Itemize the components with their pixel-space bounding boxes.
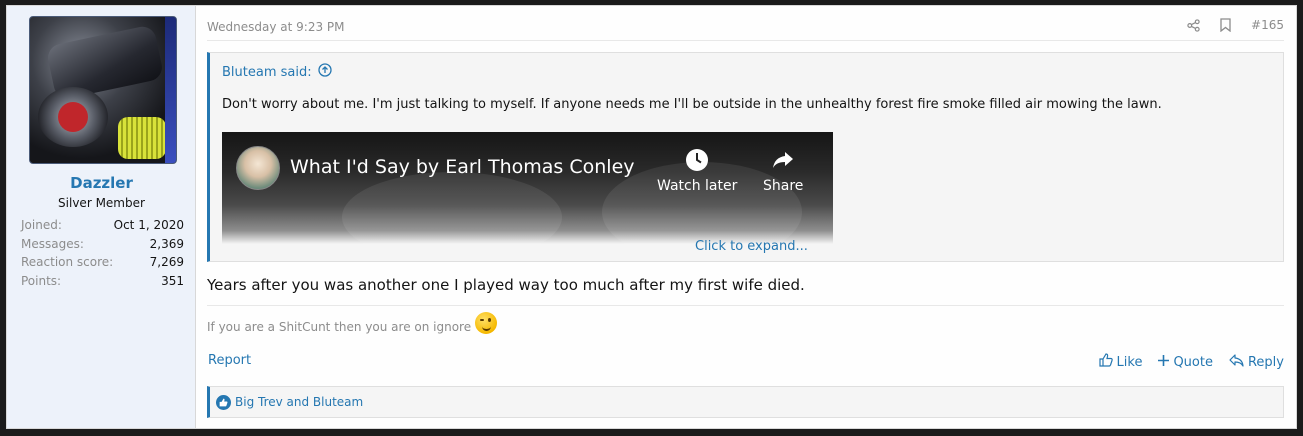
reply-button[interactable]: Reply (1229, 353, 1284, 371)
quote-block: Bluteam said: Don't worry about me. I'm … (207, 52, 1284, 262)
user-stats: Joined: Oct 1, 2020 Messages: 2,369 Reacti… (21, 216, 184, 290)
signature-text: If you are a ShitCunt then you are on ig… (207, 320, 472, 334)
channel-avatar[interactable] (236, 146, 280, 190)
reply-icon (1229, 353, 1244, 371)
stat-joined: Joined: Oct 1, 2020 (21, 218, 184, 232)
bookmark-icon[interactable] (1220, 18, 1231, 32)
post-actions: Like Quote Reply (1098, 353, 1284, 371)
stat-reaction-score: Reaction score: 7,269 (21, 255, 184, 269)
quote-button[interactable]: Quote (1158, 353, 1213, 371)
post-body: Years after you was another one I played… (207, 276, 805, 294)
reactions-list[interactable]: Big Trev and Bluteam (235, 395, 363, 409)
plus-icon (1158, 354, 1170, 370)
click-to-expand-link[interactable]: Click to expand... (695, 239, 808, 254)
avatar[interactable] (29, 16, 177, 164)
reactions-bar[interactable]: Big Trev and Bluteam (207, 386, 1284, 418)
video-embed[interactable]: What I'd Say by Earl Thomas Conley Watch… (222, 132, 833, 244)
stat-points: Points: 351 (21, 273, 184, 288)
post-main: Wednesday at 9:23 PM #165 Bluteam said: … (196, 6, 1296, 428)
thumbs-up-icon (1098, 353, 1113, 371)
username[interactable]: Dazzler (7, 174, 196, 192)
wink-emoji-icon (475, 312, 498, 334)
like-button[interactable]: Like (1098, 353, 1142, 371)
quote-header[interactable]: Bluteam said: (222, 63, 332, 81)
post-top-actions: #165 (1187, 18, 1284, 32)
clock-icon (657, 148, 737, 172)
signature: If you are a ShitCunt then you are on ig… (207, 312, 498, 334)
quote-text: Don't worry about me. I'm just talking t… (222, 97, 1162, 112)
stat-messages: Messages: 2,369 (21, 236, 184, 251)
user-sidebar: Dazzler Silver Member Joined: Oct 1, 2020… (7, 6, 196, 428)
arrow-up-circle-icon[interactable] (317, 63, 332, 81)
report-link[interactable]: Report (208, 353, 251, 368)
share-icon[interactable] (1187, 18, 1200, 32)
video-share-button[interactable]: Share (763, 148, 803, 194)
post-number[interactable]: #165 (1251, 18, 1284, 32)
watch-later-button[interactable]: Watch later (657, 148, 737, 194)
forum-post: Dazzler Silver Member Joined: Oct 1, 2020… (6, 5, 1297, 429)
video-title[interactable]: What I'd Say by Earl Thomas Conley (290, 156, 635, 178)
post-date[interactable]: Wednesday at 9:23 PM (207, 20, 345, 34)
share-arrow-icon (763, 148, 803, 172)
like-reaction-icon (216, 394, 231, 410)
quote-author[interactable]: Bluteam said: (222, 65, 312, 80)
user-title: Silver Member (58, 196, 145, 210)
